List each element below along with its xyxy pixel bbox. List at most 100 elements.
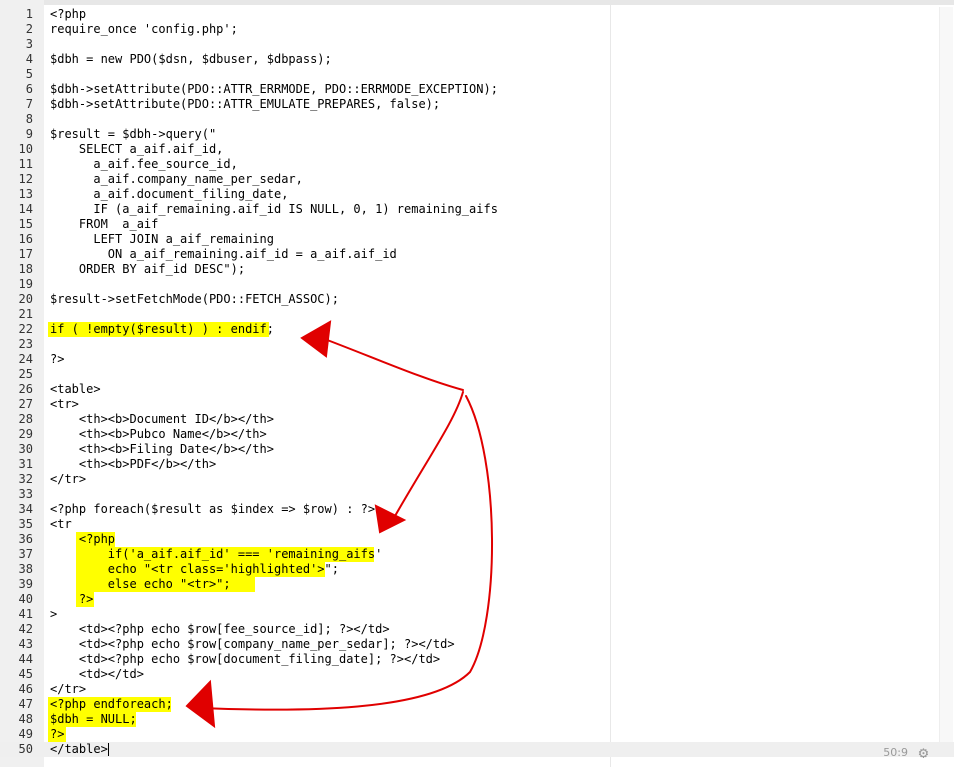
code-line[interactable]: 37 if('a_aif.aif_id' === 'remaining_aifs… (0, 547, 954, 562)
code-line[interactable]: 5 (0, 67, 954, 82)
code-line[interactable]: 1 <?php (0, 7, 954, 22)
code-text[interactable]: ON a_aif_remaining.aif_id = a_aif.aif_id (50, 247, 397, 262)
code-line[interactable]: 44 <td><?php echo $row[document_filing_d… (0, 652, 954, 667)
code-line[interactable]: 45 <td></td> (0, 667, 954, 682)
code-line[interactable]: 18 ORDER BY aif_id DESC"); (0, 262, 954, 277)
code-text[interactable]: <tr (50, 517, 72, 532)
code-line[interactable]: 8 (0, 112, 954, 127)
code-text[interactable]: <td><?php echo $row[document_filing_date… (50, 652, 440, 667)
code-line[interactable]: 36 <?php (0, 532, 954, 547)
code-line[interactable]: 21 (0, 307, 954, 322)
code-line[interactable]: 42 <td><?php echo $row[fee_source_id]; ?… (0, 622, 954, 637)
code-line[interactable]: 23 (0, 337, 954, 352)
code-text[interactable]: ?> (50, 352, 64, 367)
code-line[interactable]: 30 <th><b>Filing Date</b></th> (0, 442, 954, 457)
code-text[interactable]: $dbh->setAttribute(PDO::ATTR_EMULATE_PRE… (50, 97, 440, 112)
line-number: 28 (18, 412, 33, 426)
code-line[interactable]: 15 FROM a_aif (0, 217, 954, 232)
code-text[interactable]: FROM a_aif (50, 217, 158, 232)
code-line[interactable]: 9 $result = $dbh->query(" (0, 127, 954, 142)
code-line[interactable]: 28 <th><b>Document ID</b></th> (0, 412, 954, 427)
code-text[interactable]: </tr> (50, 682, 86, 697)
code-line[interactable]: 26 <table> (0, 382, 954, 397)
code-line[interactable]: 24 ?> (0, 352, 954, 367)
code-line[interactable]: 16 LEFT JOIN a_aif_remaining (0, 232, 954, 247)
gear-icon[interactable]: ⚙ (915, 744, 932, 761)
code-text[interactable]: <tr> (50, 397, 79, 412)
code-line[interactable]: 34 <?php foreach($result as $index => $ro… (0, 502, 954, 517)
code-line[interactable]: 50 </table> (0, 742, 954, 757)
code-text[interactable]: <th><b>Pubco Name</b></th> (50, 427, 267, 442)
code-text[interactable]: <table> (50, 382, 101, 397)
code-line[interactable]: 33 (0, 487, 954, 502)
code-text[interactable]: require_once 'config.php'; (50, 22, 238, 37)
code-line[interactable]: 3 (0, 37, 954, 52)
code-line[interactable]: 10 SELECT a_aif.aif_id, (0, 142, 954, 157)
code-text[interactable]: ?> (50, 727, 64, 742)
line-number: 5 (25, 67, 33, 81)
code-line[interactable]: 13 a_aif.document_filing_date, (0, 187, 954, 202)
code-line[interactable]: 39 else echo "<tr>"; (0, 577, 954, 592)
code-text[interactable]: <th><b>Document ID</b></th> (50, 412, 274, 427)
code-text[interactable]: <?php foreach($result as $index => $row)… (50, 502, 375, 517)
code-text[interactable]: SELECT a_aif.aif_id, (50, 142, 224, 157)
code-line[interactable]: 22 if ( !empty($result) ) : endif; (0, 322, 954, 337)
code-line[interactable]: 48 $dbh = NULL; (0, 712, 954, 727)
code-text[interactable]: <td><?php echo $row[fee_source_id]; ?></… (50, 622, 390, 637)
code-text[interactable]: a_aif.company_name_per_sedar, (50, 172, 303, 187)
code-text[interactable]: LEFT JOIN a_aif_remaining (50, 232, 274, 247)
code-line[interactable]: 27 <tr> (0, 397, 954, 412)
line-number: 1 (25, 7, 33, 21)
code-text[interactable]: IF (a_aif_remaining.aif_id IS NULL, 0, 1… (50, 202, 498, 217)
code-lines[interactable]: 1 <?php 2 require_once 'config.php'; 3 4 $dbh … (0, 7, 954, 757)
code-text[interactable]: ?> (50, 592, 93, 607)
code-line[interactable]: 11 a_aif.fee_source_id, (0, 157, 954, 172)
code-text[interactable]: $dbh->setAttribute(PDO::ATTR_ERRMODE, PD… (50, 82, 498, 97)
code-text[interactable]: ORDER BY aif_id DESC"); (50, 262, 245, 277)
code-text[interactable]: <?php (50, 7, 86, 22)
code-text[interactable]: $result = $dbh->query(" (50, 127, 216, 142)
code-line[interactable]: 41 > (0, 607, 954, 622)
code-text[interactable]: $result->setFetchMode(PDO::FETCH_ASSOC); (50, 292, 339, 307)
code-text[interactable]: <td><?php echo $row[company_name_per_sed… (50, 637, 455, 652)
code-line[interactable]: 20 $result->setFetchMode(PDO::FETCH_ASSOC… (0, 292, 954, 307)
code-text[interactable]: echo "<tr class='highlighted'>"; (50, 562, 339, 577)
code-line[interactable]: 40 ?> (0, 592, 954, 607)
code-line[interactable]: 29 <th><b>Pubco Name</b></th> (0, 427, 954, 442)
code-line[interactable]: 7 $dbh->setAttribute(PDO::ATTR_EMULATE_PR… (0, 97, 954, 112)
code-text[interactable]: <th><b>PDF</b></th> (50, 457, 216, 472)
code-text[interactable]: </tr> (50, 472, 86, 487)
code-text[interactable]: <td></td> (50, 667, 144, 682)
code-text[interactable]: if ( !empty($result) ) : endif; (50, 322, 274, 337)
code-text[interactable]: $dbh = new PDO($dsn, $dbuser, $dbpass); (50, 52, 332, 67)
code-text[interactable]: <th><b>Filing Date</b></th> (50, 442, 274, 457)
code-line[interactable]: 14 IF (a_aif_remaining.aif_id IS NULL, 0… (0, 202, 954, 217)
line-number: 10 (18, 142, 33, 156)
code-text[interactable]: if('a_aif.aif_id' === 'remaining_aifs' (50, 547, 383, 562)
code-line[interactable]: 2 require_once 'config.php'; (0, 22, 954, 37)
code-line[interactable]: 31 <th><b>PDF</b></th> (0, 457, 954, 472)
code-text[interactable]: <?php (50, 532, 115, 547)
code-line[interactable]: 25 (0, 367, 954, 382)
code-line[interactable]: 46 </tr> (0, 682, 954, 697)
code-text[interactable]: else echo "<tr>"; (50, 577, 231, 592)
code-text[interactable]: a_aif.document_filing_date, (50, 187, 288, 202)
code-text[interactable]: </table> (50, 742, 109, 757)
code-text[interactable]: $dbh = NULL; (50, 712, 137, 727)
code-line[interactable]: 38 echo "<tr class='highlighted'>"; (0, 562, 954, 577)
code-line[interactable]: 4 $dbh = new PDO($dsn, $dbuser, $dbpass); (0, 52, 954, 67)
code-line[interactable]: 17 ON a_aif_remaining.aif_id = a_aif.aif… (0, 247, 954, 262)
code-line[interactable]: 6 $dbh->setAttribute(PDO::ATTR_ERRMODE, P… (0, 82, 954, 97)
code-text[interactable]: a_aif.fee_source_id, (50, 157, 238, 172)
code-line[interactable]: 43 <td><?php echo $row[company_name_per_… (0, 637, 954, 652)
code-editor[interactable]: 1 <?php 2 require_once 'config.php'; 3 4 $dbh … (0, 0, 954, 767)
code-line[interactable]: 32 </tr> (0, 472, 954, 487)
code-line[interactable]: 47 <?php endforeach; (0, 697, 954, 712)
code-text[interactable]: > (50, 607, 57, 622)
code-line[interactable]: 49 ?> (0, 727, 954, 742)
code-line[interactable]: 19 (0, 277, 954, 292)
code-text[interactable]: <?php endforeach; (50, 697, 173, 712)
code-line[interactable]: 35 <tr (0, 517, 954, 532)
code-line[interactable]: 12 a_aif.company_name_per_sedar, (0, 172, 954, 187)
line-number: 29 (18, 427, 33, 441)
